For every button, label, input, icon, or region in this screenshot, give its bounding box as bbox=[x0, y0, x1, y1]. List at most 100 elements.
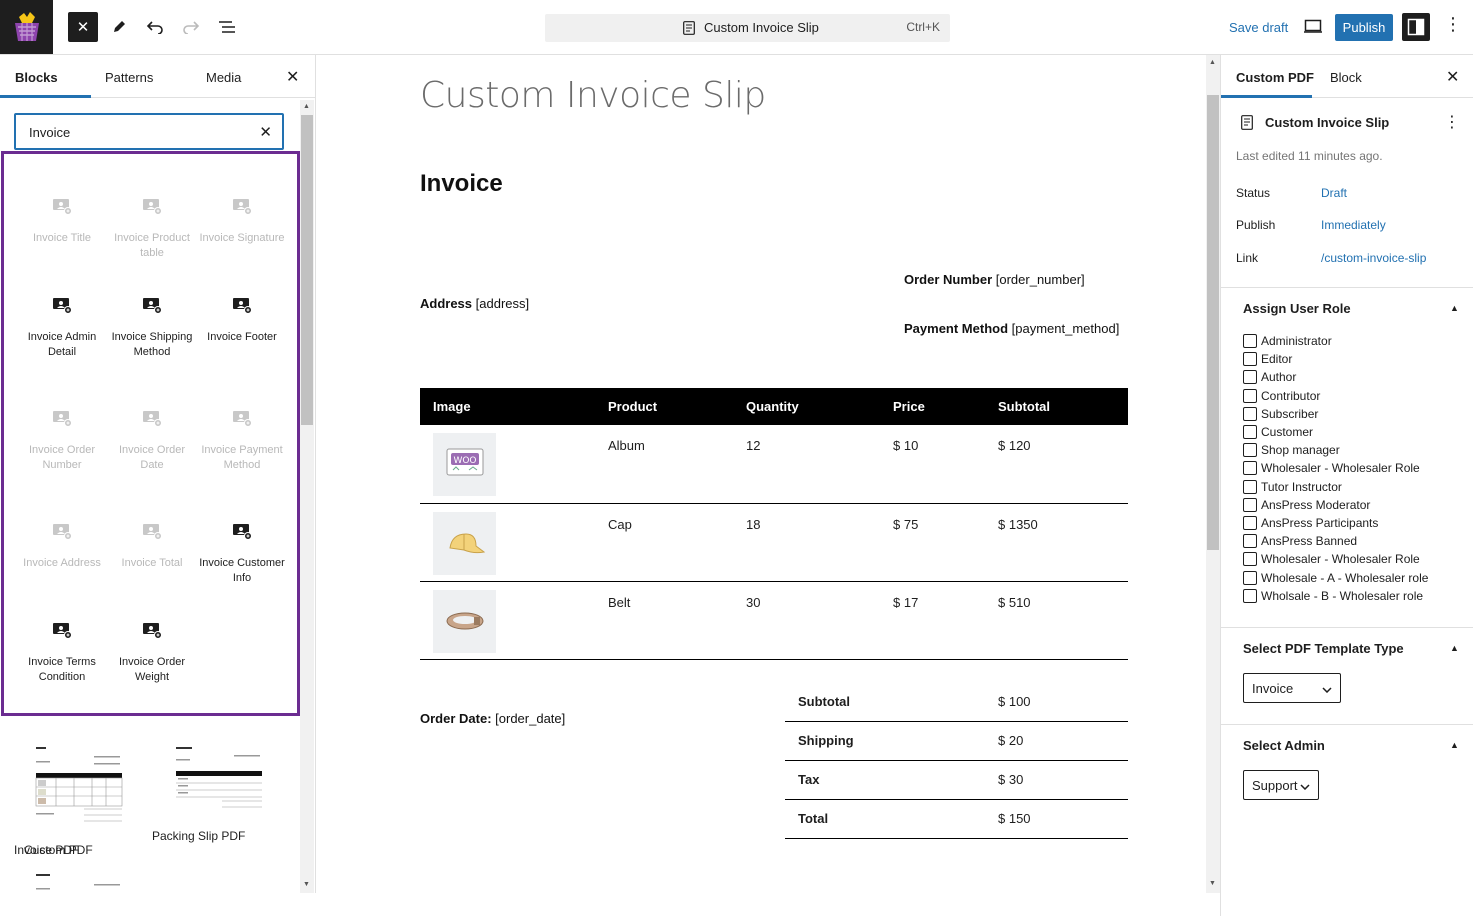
redo-icon[interactable] bbox=[176, 12, 206, 42]
close-inserter-button[interactable]: ✕ bbox=[68, 12, 98, 42]
role-checkbox[interactable] bbox=[1243, 497, 1257, 512]
command-palette-button[interactable]: Custom Invoice Slip Ctrl+K bbox=[545, 14, 950, 42]
role-checkbox[interactable] bbox=[1243, 425, 1257, 439]
role-checkbox-item[interactable]: Wholesaler - Wholesaler Role bbox=[1243, 461, 1420, 476]
role-checkbox[interactable] bbox=[1243, 406, 1257, 421]
role-checkbox-item[interactable]: AnsPress Participants bbox=[1243, 516, 1378, 530]
role-checkbox[interactable] bbox=[1243, 534, 1257, 549]
close-icon[interactable]: ✕ bbox=[1446, 67, 1459, 87]
close-icon[interactable]: ✕ bbox=[286, 67, 299, 87]
role-checkbox-item[interactable]: Editor bbox=[1243, 352, 1292, 367]
block-item[interactable]: Invoice Order Weight bbox=[107, 622, 197, 685]
role-checkbox-item[interactable]: AnsPress Banned bbox=[1243, 534, 1357, 549]
tab-custom-pdf[interactable]: Custom PDF bbox=[1236, 70, 1314, 85]
role-checkbox-item[interactable]: Wholsale - B - Wholesaler role bbox=[1243, 588, 1423, 603]
role-checkbox[interactable] bbox=[1243, 570, 1257, 585]
block-search-input[interactable]: Invoice ✕ bbox=[14, 113, 284, 150]
block-label: Invoice Admin Detail bbox=[27, 331, 97, 358]
more-options-icon[interactable]: ⋮ bbox=[1444, 112, 1460, 132]
block-item[interactable]: Invoice Admin Detail bbox=[17, 297, 107, 360]
role-checkbox-item[interactable]: Wholesale - A - Wholesaler role bbox=[1243, 570, 1428, 585]
role-checkbox[interactable] bbox=[1243, 370, 1257, 385]
order-date-field[interactable]: Order Date: [order_date] bbox=[420, 711, 565, 726]
clear-search-icon[interactable]: ✕ bbox=[259, 123, 272, 141]
last-edited-text: Last edited 11 minutes ago. bbox=[1236, 149, 1383, 163]
template-type-select[interactable]: Invoice bbox=[1243, 673, 1341, 703]
block-item[interactable]: Invoice Footer bbox=[197, 297, 287, 345]
collapse-caret-icon[interactable]: ▲ bbox=[1450, 643, 1459, 653]
save-draft-button[interactable]: Save draft bbox=[1229, 20, 1288, 35]
select-admin-dropdown[interactable]: Support bbox=[1243, 770, 1319, 800]
product-name: Belt bbox=[595, 581, 733, 660]
role-checkbox-item[interactable]: Contributor bbox=[1243, 388, 1320, 403]
pattern-custom-pdf[interactable]: Custom PDF bbox=[24, 843, 93, 857]
template-type-title[interactable]: Select PDF Template Type bbox=[1243, 641, 1404, 656]
pattern-packing-slip-pdf[interactable]: Packing Slip PDF bbox=[152, 829, 245, 843]
product-table[interactable]: Image Product Quantity Price Subtotal WO… bbox=[420, 388, 1128, 660]
assign-user-role-title[interactable]: Assign User Role bbox=[1243, 301, 1351, 316]
collapse-caret-icon[interactable]: ▲ bbox=[1450, 303, 1459, 313]
permalink-link[interactable]: /custom-invoice-slip bbox=[1321, 251, 1426, 265]
publish-button[interactable]: Publish bbox=[1335, 14, 1393, 41]
scroll-up-icon[interactable]: ▲ bbox=[1209, 59, 1216, 66]
payment-method-field[interactable]: Payment Method [payment_method] bbox=[904, 321, 1119, 336]
totals-value: $ 150 bbox=[985, 799, 1128, 839]
block-item[interactable]: Invoice Order Number bbox=[17, 410, 107, 473]
block-item[interactable]: Invoice Signature bbox=[197, 198, 287, 246]
role-checkbox[interactable] bbox=[1243, 334, 1257, 348]
role-checkbox-item[interactable]: Shop manager bbox=[1243, 443, 1340, 458]
role-checkbox[interactable] bbox=[1243, 588, 1257, 603]
post-title[interactable]: Custom Invoice Slip bbox=[420, 75, 766, 116]
order-number-field[interactable]: Order Number [order_number] bbox=[904, 272, 1085, 287]
role-checkbox-item[interactable]: Wholesaler - Wholesaler Role bbox=[1243, 552, 1420, 567]
role-checkbox-item[interactable]: AnsPress Moderator bbox=[1243, 497, 1370, 512]
block-item[interactable]: Invoice Address bbox=[17, 523, 107, 571]
role-checkbox[interactable] bbox=[1243, 552, 1257, 567]
status-value-link[interactable]: Draft bbox=[1321, 186, 1347, 200]
pencil-icon[interactable] bbox=[104, 12, 134, 42]
list-view-icon[interactable] bbox=[212, 12, 242, 42]
tab-block[interactable]: Block bbox=[1330, 70, 1362, 85]
tab-blocks[interactable]: Blocks bbox=[15, 70, 58, 85]
block-item[interactable]: Invoice Shipping Method bbox=[107, 297, 197, 360]
role-checkbox-item[interactable]: Author bbox=[1243, 370, 1296, 385]
role-checkbox-item[interactable]: Customer bbox=[1243, 425, 1313, 439]
role-checkbox-item[interactable]: Tutor Instructor bbox=[1243, 479, 1342, 494]
preview-icon[interactable] bbox=[1303, 17, 1323, 38]
canvas-scrollbar[interactable]: ▲ ▼ bbox=[1206, 55, 1220, 893]
undo-icon[interactable] bbox=[140, 12, 170, 42]
role-checkbox-item[interactable]: Administrator bbox=[1243, 334, 1332, 348]
totals-table[interactable]: Subtotal $ 100 Shipping $ 20 Tax $ 30 Total… bbox=[785, 682, 1128, 839]
role-checkbox[interactable] bbox=[1243, 388, 1257, 403]
block-item[interactable]: Invoice Payment Method bbox=[197, 410, 287, 473]
collapse-caret-icon[interactable]: ▲ bbox=[1450, 740, 1459, 750]
block-item[interactable]: Invoice Total bbox=[107, 523, 197, 571]
block-item[interactable]: Invoice Customer Info bbox=[197, 523, 287, 586]
scroll-down-icon[interactable]: ▼ bbox=[303, 881, 310, 888]
settings-sidebar-toggle-icon[interactable] bbox=[1402, 13, 1430, 41]
packing-slip-pattern-thumbnail[interactable] bbox=[174, 745, 264, 811]
tab-media[interactable]: Media bbox=[206, 70, 241, 85]
role-checkbox[interactable] bbox=[1243, 516, 1257, 530]
select-admin-title[interactable]: Select Admin bbox=[1243, 738, 1325, 753]
invoice-pdf-pattern-thumbnail[interactable] bbox=[34, 745, 126, 825]
inserter-scrollbar[interactable] bbox=[300, 100, 314, 893]
role-checkbox[interactable] bbox=[1243, 443, 1257, 458]
block-item[interactable]: Invoice Product table bbox=[107, 198, 197, 261]
role-checkbox[interactable] bbox=[1243, 352, 1257, 367]
site-logo-icon[interactable] bbox=[0, 0, 53, 54]
publish-date-link[interactable]: Immediately bbox=[1321, 218, 1386, 232]
role-checkbox-item[interactable]: Subscriber bbox=[1243, 406, 1318, 421]
block-item[interactable]: Invoice Title bbox=[17, 198, 107, 246]
block-item[interactable]: Invoice Order Date bbox=[107, 410, 197, 473]
role-checkbox[interactable] bbox=[1243, 461, 1257, 476]
scroll-down-icon[interactable]: ▼ bbox=[1209, 880, 1216, 887]
invoice-heading[interactable]: Invoice bbox=[420, 170, 503, 198]
more-options-icon[interactable]: ⋮ bbox=[1444, 14, 1462, 35]
address-field[interactable]: Address [address] bbox=[420, 296, 529, 311]
block-item[interactable]: Invoice Terms Condition bbox=[17, 622, 107, 685]
scroll-up-icon[interactable]: ▲ bbox=[303, 103, 310, 110]
custom-pdf-pattern-thumbnail[interactable] bbox=[34, 872, 126, 892]
tab-patterns[interactable]: Patterns bbox=[105, 70, 153, 85]
role-checkbox[interactable] bbox=[1243, 479, 1257, 494]
